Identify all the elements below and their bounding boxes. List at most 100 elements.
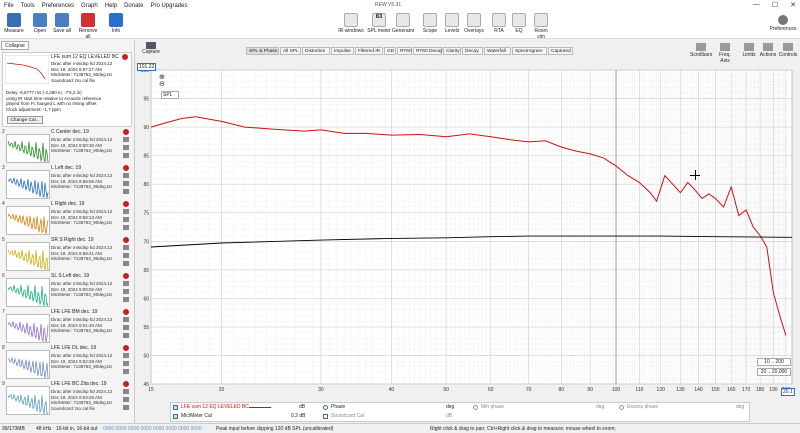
toolbar-levels-button[interactable]: Levels xyxy=(441,13,463,34)
measurement-item[interactable]: 8 LFE LFE DL dec. 19 Dirac after minidsp h… xyxy=(2,345,132,379)
measurement-option-icon[interactable] xyxy=(123,325,129,330)
toolbar-open-button[interactable]: Open xyxy=(28,13,52,34)
collapse-button[interactable]: Collapse xyxy=(1,41,29,50)
measurement-option-icon[interactable] xyxy=(123,217,129,222)
menu-item[interactable]: Help xyxy=(105,3,117,9)
measurement-option-icon[interactable] xyxy=(123,361,129,366)
minimize-button[interactable]: — xyxy=(753,1,760,9)
tab-captured[interactable]: Captured xyxy=(548,47,573,55)
measurement-option-icon[interactable] xyxy=(123,137,129,142)
mic-cal-checkbox[interactable] xyxy=(173,414,178,419)
tab-clarity[interactable]: Clarity xyxy=(443,47,461,55)
tool-controls-button[interactable]: Controls xyxy=(777,43,799,58)
measurement-option-icon[interactable] xyxy=(123,317,129,322)
measurement-item[interactable]: 5 SR S Right dec. 19 Dirac after minidsp h… xyxy=(2,237,132,271)
tab-impulse[interactable]: Impulse xyxy=(331,47,354,55)
close-icon[interactable] xyxy=(122,54,128,60)
measurement-option-icon[interactable] xyxy=(123,225,129,230)
toolbar-room-sim-button[interactable]: Room sim xyxy=(530,13,552,40)
menu-item[interactable]: Tools xyxy=(21,3,35,9)
change-cal-button[interactable]: Change Cal... xyxy=(7,116,43,124)
min-phase-checkbox[interactable] xyxy=(473,405,478,410)
range-button-low[interactable]: 10 .. 200 xyxy=(757,358,791,366)
tab-gd[interactable]: GD xyxy=(384,47,396,55)
tab-rt60-decay[interactable]: RT60 Decay xyxy=(413,47,443,55)
measurement-option-icon[interactable] xyxy=(123,173,129,178)
legend-excess-phase-unit: deg xyxy=(736,404,745,410)
measurement-option-icon[interactable] xyxy=(123,245,129,250)
toolbar-overlays-button[interactable]: Overlays xyxy=(463,13,485,34)
menu-item[interactable]: File xyxy=(4,3,14,9)
measurement-option-icon[interactable] xyxy=(123,333,129,338)
range-button-full[interactable]: 20 .. 20,000 xyxy=(757,368,791,376)
close-icon[interactable] xyxy=(123,201,129,207)
phase-checkbox[interactable] xyxy=(323,405,328,410)
close-icon[interactable] xyxy=(123,129,129,135)
measurement-option-icon[interactable] xyxy=(123,153,129,158)
measurement-option-icon[interactable] xyxy=(123,405,129,410)
menu-item[interactable]: Preferences xyxy=(42,3,74,9)
selected-measurement[interactable]: LFE sum 12 EQ LEVELED BC Dirac after min… xyxy=(2,52,132,127)
measurement-option-icon[interactable] xyxy=(123,289,129,294)
preferences-button[interactable]: Preferences xyxy=(768,13,798,32)
tab-rt60[interactable]: RT60 xyxy=(397,47,412,55)
tool-scrollbars-button[interactable]: Scrollbars xyxy=(690,43,712,58)
soundcard-cal-checkbox[interactable] xyxy=(323,414,328,419)
menu-item[interactable]: Graph xyxy=(81,3,98,9)
menu-item[interactable]: Donate xyxy=(124,3,143,9)
tab-spl-phase[interactable]: SPL & Phase xyxy=(246,47,279,55)
toolbar-rta-button[interactable]: RTA xyxy=(488,13,510,34)
measurement-item[interactable]: 7 LFE LFE BM dec. 19 Dirac after minidsp h… xyxy=(2,309,132,343)
close-icon[interactable] xyxy=(123,381,129,387)
close-icon[interactable] xyxy=(123,273,129,279)
spl-graph[interactable]: 455055606570758085909510015 20 30 40 50 60 70 8… xyxy=(136,58,800,400)
capture-button[interactable]: Capture xyxy=(141,42,161,55)
tab-distortion[interactable]: Distortion xyxy=(302,47,330,55)
toolbar-info-button[interactable]: Info xyxy=(104,13,128,34)
excess-phase-checkbox[interactable] xyxy=(619,405,624,410)
toolbar-remove-all-button[interactable]: Remove all xyxy=(76,13,100,40)
measurement-item[interactable]: 6 SL S Left dec. 19 Dirac after minidsp hd… xyxy=(2,273,132,307)
measurement-option-icon[interactable] xyxy=(123,189,129,194)
measurement-option-icon[interactable] xyxy=(123,389,129,394)
close-icon[interactable] xyxy=(123,237,129,243)
close-icon[interactable] xyxy=(123,309,129,315)
close-icon[interactable] xyxy=(123,165,129,171)
toolbar-spl-meter-button[interactable]: 83 SPL meter xyxy=(365,13,393,34)
measurement-option-icon[interactable] xyxy=(123,281,129,286)
measurement-option-icon[interactable] xyxy=(123,397,129,402)
maximize-button[interactable]: ☐ xyxy=(772,1,778,9)
tool-actions-button[interactable]: Actions xyxy=(757,43,779,58)
toolbar-scope-button[interactable]: Scope xyxy=(419,13,441,34)
measurement-option-icon[interactable] xyxy=(123,253,129,258)
menu-item[interactable]: Pro Upgrades xyxy=(150,3,187,9)
x-tick-label: 15 xyxy=(148,387,154,393)
toolbar-save-all-button[interactable]: Save all xyxy=(50,13,74,34)
close-icon[interactable] xyxy=(123,345,129,351)
tab-waterfall[interactable]: Waterfall xyxy=(484,47,511,55)
series-checkbox[interactable] xyxy=(173,405,178,410)
measurement-item[interactable]: 2 C Center dec. 19 Dirac after minidsp hd … xyxy=(2,129,132,163)
measurement-item[interactable]: 9 LFE LFE BC Zita dec. 19 Dirac after mini… xyxy=(2,381,132,415)
tab-decay[interactable]: Decay xyxy=(462,47,483,55)
unit-selector[interactable]: SPL xyxy=(161,91,180,99)
measurement-detail-line: Mic/Meter: 7138763_90deg.txt xyxy=(51,148,112,153)
toolbar-ir-windows-button[interactable]: IR windows xyxy=(337,13,365,34)
tab-all-spl[interactable]: All SPL xyxy=(280,47,301,55)
measurement-item[interactable]: 3 L Left dec. 19 Dirac after minidsp hd 20… xyxy=(2,165,132,199)
measurement-option-icon[interactable] xyxy=(123,353,129,358)
measurement-option-icon[interactable] xyxy=(123,181,129,186)
toolbar-measure-button[interactable]: Measure xyxy=(2,13,26,34)
tab-filtered-ir[interactable]: Filtered IR xyxy=(355,47,383,55)
measurement-option-icon[interactable] xyxy=(123,209,129,214)
zoom-out-icon[interactable]: ⊖ xyxy=(159,80,165,88)
toolbar-generator-button[interactable]: Generator xyxy=(392,13,415,34)
toolbar-eq-button[interactable]: EQ xyxy=(508,13,530,34)
measurement-option-icon[interactable] xyxy=(123,297,129,302)
close-window-button[interactable]: ✕ xyxy=(790,1,796,9)
measurement-item[interactable]: 4 L Right dec. 19 Dirac after minidsp hd 2… xyxy=(2,201,132,235)
measurement-option-icon[interactable] xyxy=(123,145,129,150)
measurement-option-icon[interactable] xyxy=(123,261,129,266)
tab-spectrogram[interactable]: Spectrogram xyxy=(512,47,547,55)
measurement-option-icon[interactable] xyxy=(123,369,129,374)
